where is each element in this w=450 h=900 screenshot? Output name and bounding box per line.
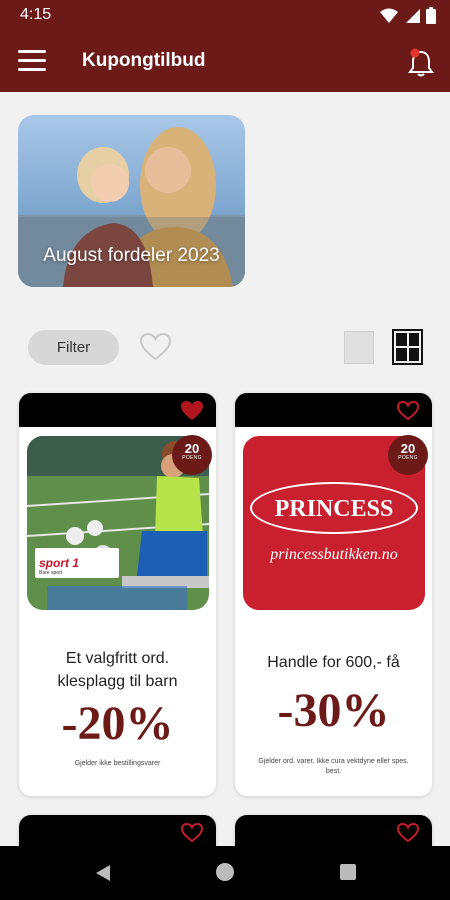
points-value: 20 bbox=[184, 441, 200, 456]
points-label: POENG bbox=[398, 455, 418, 461]
coupon-card[interactable]: PRINCESS princessbutikken.no 20 POENG Ha… bbox=[235, 393, 432, 796]
home-icon[interactable] bbox=[216, 863, 234, 881]
favorite-heart-icon[interactable] bbox=[396, 400, 420, 421]
coupon-description: Handle for 600,- få bbox=[267, 654, 400, 671]
recent-apps-icon[interactable] bbox=[340, 864, 356, 880]
favorites-filter-heart-icon[interactable] bbox=[139, 332, 172, 362]
status-time: 4:15 bbox=[20, 6, 52, 23]
description-line-2: klesplagg til barn bbox=[57, 673, 178, 690]
points-label: POENG bbox=[182, 455, 202, 461]
points-badge: 20 POENG bbox=[388, 435, 428, 475]
favorite-heart-icon[interactable] bbox=[180, 822, 204, 843]
card-header bbox=[235, 393, 432, 427]
princess-logo: PRINCESS bbox=[274, 496, 394, 522]
fineprint-line-2: best. bbox=[325, 768, 342, 775]
coupon-fineprint: Gjelder ikke bestillingsvarer bbox=[74, 760, 161, 767]
wifi-icon bbox=[380, 8, 398, 23]
notification-bell-icon[interactable] bbox=[406, 46, 436, 78]
discount-value: -20% bbox=[61, 697, 174, 750]
hero-banner[interactable]: August fordeler 2023 bbox=[18, 115, 245, 287]
fineprint-line-1: Gjelder ord. varer. Ikke cura vektdyne e… bbox=[258, 758, 409, 765]
princess-url: princessbutikken.no bbox=[270, 546, 398, 563]
favorite-heart-icon[interactable] bbox=[180, 400, 204, 421]
points-value: 20 bbox=[400, 441, 416, 456]
back-icon[interactable] bbox=[95, 864, 111, 882]
page-title: Kupongtilbud bbox=[82, 50, 206, 71]
coupon-fineprint: Gjelder ord. varer. Ikke cura vektdyne e… bbox=[243, 757, 424, 777]
sport1-logo: sport 1 bbox=[39, 556, 80, 570]
filter-button[interactable]: Filter bbox=[28, 330, 119, 365]
hero-title: August fordeler 2023 bbox=[43, 245, 220, 266]
description-line-1: Et valgfritt ord. bbox=[65, 650, 170, 667]
status-bar: 4:15 bbox=[0, 0, 450, 32]
favorite-heart-icon[interactable] bbox=[396, 822, 420, 843]
sport1-logo-sub: Bare sport bbox=[39, 570, 63, 576]
app-bar: Kupongtilbud bbox=[0, 32, 450, 92]
card-header bbox=[19, 815, 216, 849]
card-header bbox=[19, 393, 216, 427]
discount-value: -30% bbox=[277, 684, 390, 737]
list-view-toggle[interactable] bbox=[344, 331, 374, 364]
hamburger-menu-icon[interactable] bbox=[18, 50, 46, 74]
coupon-description: Et valgfritt ord. klesplagg til barn bbox=[27, 647, 208, 693]
coupon-card[interactable]: sport 1 Bare sport 20 POENG Et valgfritt… bbox=[19, 393, 216, 796]
signal-icon bbox=[406, 8, 420, 23]
card-header bbox=[235, 815, 432, 849]
system-icons bbox=[380, 7, 436, 24]
points-badge: 20 POENG bbox=[172, 435, 212, 475]
system-navigation-bar bbox=[0, 846, 450, 900]
grid-view-toggle-icon[interactable] bbox=[392, 329, 423, 365]
battery-icon bbox=[426, 7, 436, 24]
